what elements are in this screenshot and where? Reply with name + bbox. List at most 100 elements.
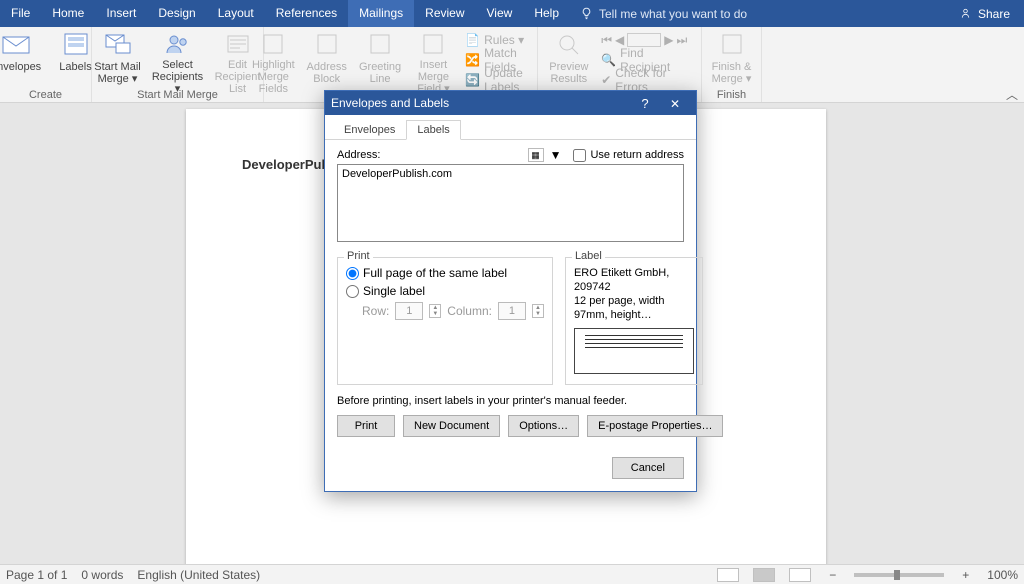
start-mail-merge-label: Start Mail Merge ▾ <box>94 61 140 85</box>
menu-view[interactable]: View <box>476 0 524 27</box>
envelopes-labels-dialog: Envelopes and Labels ? ✕ Envelopes Label… <box>324 90 697 492</box>
zoom-in-button[interactable]: + <box>958 568 973 582</box>
menu-review[interactable]: Review <box>414 0 475 27</box>
recipients-icon <box>162 31 194 57</box>
close-icon: ✕ <box>670 97 680 111</box>
column-label: Column: <box>447 304 492 318</box>
prev-record-icon: ◀ <box>615 33 624 47</box>
menu-design[interactable]: Design <box>147 0 206 27</box>
greeting-icon <box>364 31 396 59</box>
rules-icon: 📄 <box>465 33 480 47</box>
menu-home[interactable]: Home <box>41 0 95 27</box>
tell-me-label: Tell me what you want to do <box>599 7 747 21</box>
view-web-layout[interactable] <box>789 568 811 582</box>
insert-field-icon <box>417 31 449 57</box>
finish-merge-label: Finish & Merge ▾ <box>712 61 752 85</box>
menu-references[interactable]: References <box>265 0 348 27</box>
status-language[interactable]: English (United States) <box>137 568 260 582</box>
view-print-layout[interactable] <box>753 568 775 582</box>
label-preview <box>574 328 694 374</box>
zoom-out-button[interactable]: − <box>825 568 840 582</box>
check-icon: ✔ <box>601 73 611 87</box>
label-vendor: ERO Etikett GmbH, 209742 <box>574 266 694 294</box>
row-spinner: ▲▼ <box>429 304 441 318</box>
envelopes-label: Envelopes <box>0 61 41 73</box>
print-legend: Print <box>344 250 373 262</box>
preview-results-label: Preview Results <box>549 61 588 85</box>
row-input <box>395 302 423 320</box>
menu-layout[interactable]: Layout <box>207 0 265 27</box>
label-fieldset[interactable]: Label ERO Etikett GmbH, 209742 12 per pa… <box>565 257 703 385</box>
full-page-radio[interactable]: Full page of the same label <box>346 266 544 280</box>
match-icon: 🔀 <box>465 53 480 67</box>
view-read-mode[interactable] <box>717 568 739 582</box>
chevron-up-icon: ︿ <box>1006 88 1018 102</box>
tab-labels[interactable]: Labels <box>406 120 460 140</box>
dialog-close-button[interactable]: ✕ <box>660 96 690 111</box>
lightbulb-icon <box>580 7 593 20</box>
update-icon: 🔄 <box>465 73 480 87</box>
finish-merge-button: Finish & Merge ▾ <box>704 29 760 91</box>
print-fieldset: Print Full page of the same label Single… <box>337 257 553 385</box>
column-input <box>498 302 526 320</box>
cancel-button[interactable]: Cancel <box>612 457 684 479</box>
epostage-properties-button[interactable]: E-postage Properties… <box>587 415 723 437</box>
full-page-label: Full page of the same label <box>363 266 507 280</box>
dialog-help-button[interactable]: ? <box>630 96 660 111</box>
mail-merge-icon <box>102 31 134 59</box>
new-document-button[interactable]: New Document <box>403 415 500 437</box>
labels-label: Labels <box>59 61 91 73</box>
single-label-radio[interactable]: Single label <box>346 284 544 298</box>
label-legend: Label <box>572 250 605 262</box>
dialog-title: Envelopes and Labels <box>331 96 630 110</box>
single-label-label: Single label <box>363 284 425 298</box>
address-book-icon: ▦ <box>529 149 543 161</box>
insert-merge-field-button: Insert Merge Field ▾ <box>409 29 458 91</box>
preview-icon <box>553 31 585 59</box>
menu-insert[interactable]: Insert <box>95 0 147 27</box>
greeting-line-button: Greeting Line <box>355 29 404 91</box>
check-errors-button: ✔Check for Errors <box>598 71 695 89</box>
share-label: Share <box>978 7 1010 21</box>
start-mail-merge-button[interactable]: Start Mail Merge ▾ <box>90 29 146 91</box>
envelopes-button[interactable]: Envelopes <box>0 29 44 91</box>
select-recipients-button[interactable]: Select Recipients ▾ <box>150 29 206 91</box>
status-bar: Page 1 of 1 0 words English (United Stat… <box>0 564 1024 584</box>
use-return-address-checkbox[interactable] <box>573 149 586 162</box>
single-label-radio-input[interactable] <box>346 285 359 298</box>
printer-hint: Before printing, insert labels in your p… <box>337 395 684 407</box>
menu-mailings[interactable]: Mailings <box>348 0 414 27</box>
rules-label: Rules ▾ <box>484 33 524 47</box>
dialog-titlebar[interactable]: Envelopes and Labels ? ✕ <box>325 91 696 115</box>
address-textarea[interactable]: DeveloperPublish.com <box>337 164 684 242</box>
highlight-merge-fields-button: Highlight Merge Fields <box>249 29 298 91</box>
tell-me-search[interactable]: Tell me what you want to do <box>570 0 757 27</box>
print-button[interactable]: Print <box>337 415 395 437</box>
options-button[interactable]: Options… <box>508 415 579 437</box>
tab-envelopes[interactable]: Envelopes <box>333 120 406 140</box>
menu-help[interactable]: Help <box>523 0 570 27</box>
finish-icon <box>716 31 748 59</box>
first-record-icon: ⏮ <box>601 33 612 48</box>
preview-results-button: Preview Results <box>543 29 594 91</box>
status-words[interactable]: 0 words <box>81 568 123 582</box>
status-page[interactable]: Page 1 of 1 <box>6 568 67 582</box>
address-label: Address: <box>337 149 528 161</box>
envelope-icon <box>0 31 32 59</box>
group-finish-label: Finish <box>702 89 761 101</box>
group-start-label: Start Mail Merge <box>92 89 263 101</box>
column-spinner: ▲▼ <box>532 304 544 318</box>
menu-file[interactable]: File <box>0 0 41 27</box>
chevron-down-icon: ▼ <box>550 148 562 162</box>
row-label: Row: <box>362 304 389 318</box>
group-create-label: Create <box>0 89 91 101</box>
collapse-ribbon-button[interactable]: ︿ <box>1006 86 1018 103</box>
highlight-label: Highlight Merge Fields <box>249 59 298 95</box>
zoom-level[interactable]: 100% <box>987 568 1018 582</box>
address-dropdown[interactable]: ▼ <box>546 148 566 162</box>
highlight-icon <box>257 31 289 57</box>
share-button[interactable]: Share <box>945 0 1024 27</box>
zoom-slider[interactable] <box>854 573 944 577</box>
full-page-radio-input[interactable] <box>346 267 359 280</box>
address-book-button[interactable]: ▦ <box>528 148 544 162</box>
